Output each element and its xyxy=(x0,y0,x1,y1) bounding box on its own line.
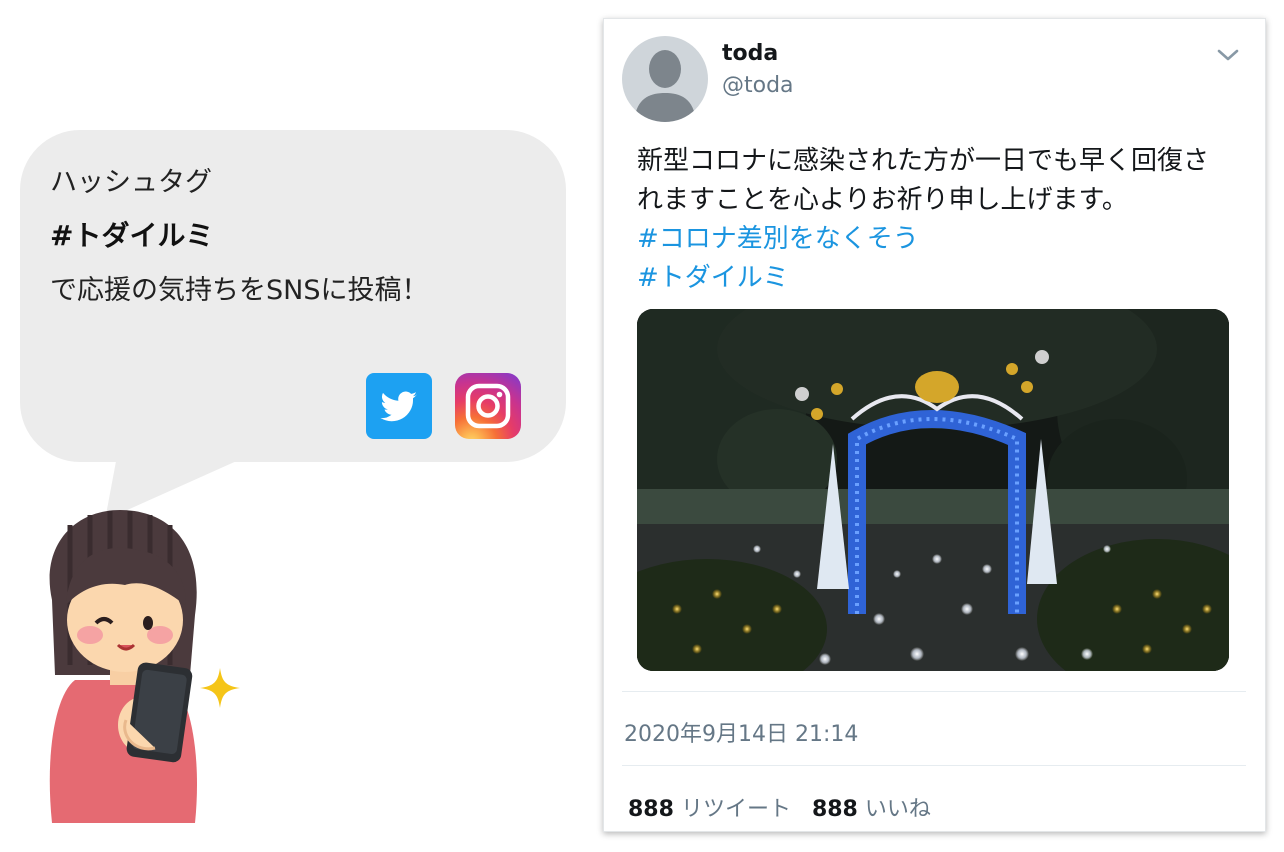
speech-bubble: ハッシュタグ #トダイルミ で応援の気持ちをSNSに投稿！ xyxy=(20,130,566,462)
like-label[interactable]: いいね xyxy=(865,797,931,822)
tweet-text: 新型コロナに感染された方が一日でも早く回復さ れますことを心よりお祈り申し上げま… xyxy=(637,142,1247,298)
retweet-count[interactable]: 888 xyxy=(628,797,674,822)
user-handle[interactable]: @toda xyxy=(722,73,794,98)
tweet-body-line: 新型コロナに感染された方が一日でも早く回復さ xyxy=(637,146,1210,176)
bubble-cta-text: で応援の気持ちをSNSに投稿！ xyxy=(50,275,429,306)
hashtag-link[interactable]: #コロナ差別をなくそう xyxy=(637,220,1247,259)
retweet-label[interactable]: リツイート xyxy=(681,797,791,822)
bubble-hashtag: #トダイルミ xyxy=(50,219,214,252)
like-count[interactable]: 888 xyxy=(812,797,858,822)
user-name[interactable]: toda xyxy=(722,41,778,66)
instagram-icon[interactable] xyxy=(455,373,521,439)
hashtag-link[interactable]: #トダイルミ xyxy=(637,259,1247,298)
tweet-stats: 888 リツイート 888 いいね xyxy=(628,791,931,823)
sparkle-icon xyxy=(200,668,240,708)
tweet-card[interactable]: toda @toda 新型コロナに感染された方が一日でも早く回復さ れますことを… xyxy=(603,18,1266,832)
tweet-timestamp[interactable]: 2020年9月14日 21:14 xyxy=(624,716,858,748)
divider xyxy=(622,765,1246,766)
tweet-photo[interactable] xyxy=(637,309,1229,671)
divider xyxy=(622,691,1246,692)
avatar[interactable] xyxy=(622,36,708,122)
chevron-down-icon[interactable] xyxy=(1214,41,1242,69)
tweet-body-line: れますことを心よりお祈り申し上げます。 xyxy=(637,185,1128,215)
girl-with-phone-illustration xyxy=(49,510,198,823)
twitter-icon[interactable] xyxy=(366,373,432,439)
bubble-intro-text: ハッシュタグ xyxy=(50,167,212,198)
illumination-photo xyxy=(637,309,1229,671)
